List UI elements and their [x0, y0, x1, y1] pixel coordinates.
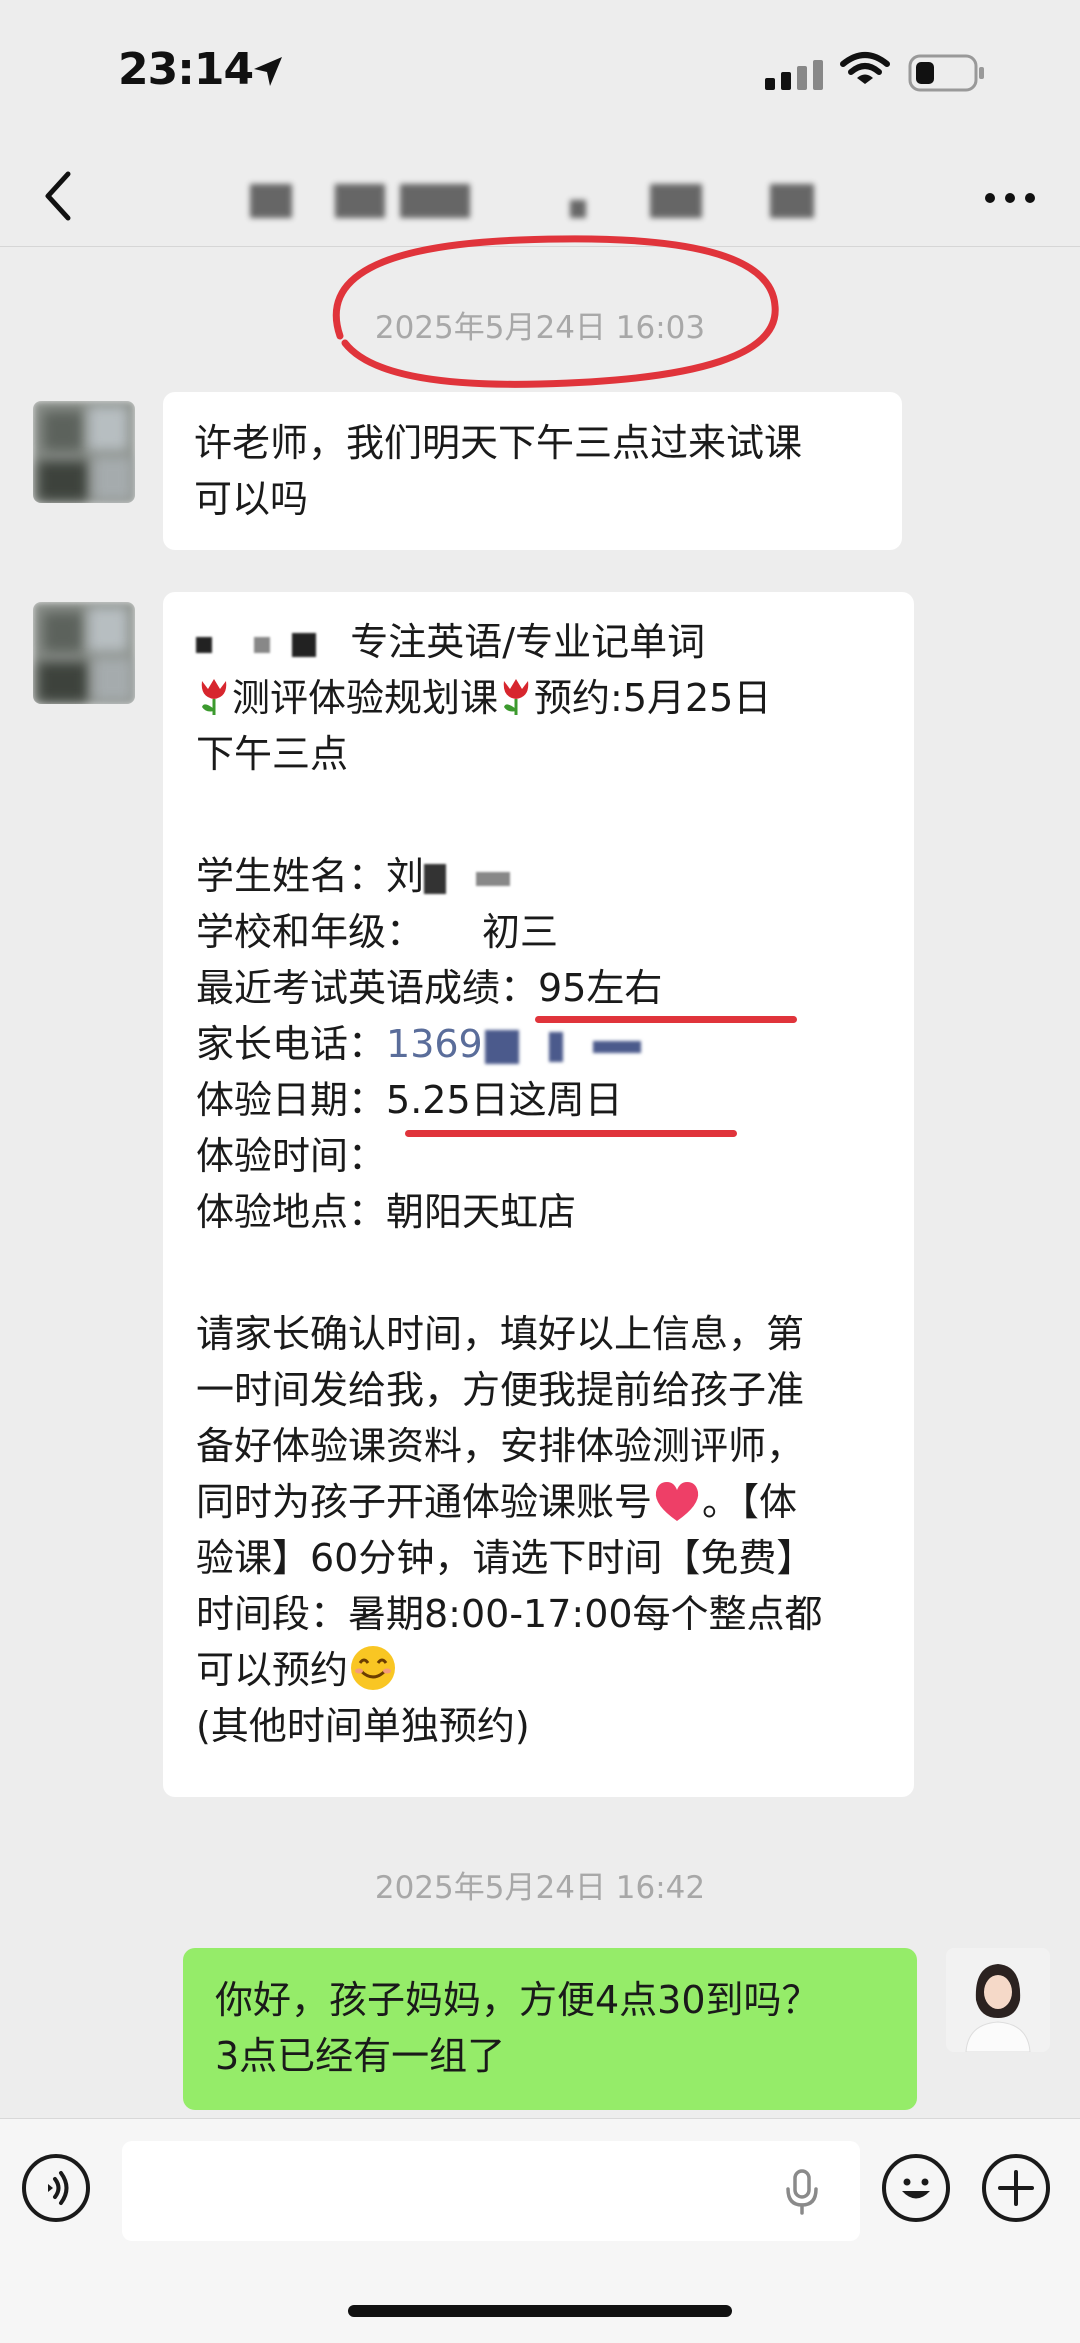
- plus-icon[interactable]: [982, 2154, 1050, 2222]
- emoji-icon[interactable]: [882, 2154, 950, 2222]
- home-indicator[interactable]: [348, 2305, 732, 2317]
- more-icon[interactable]: [980, 178, 1040, 218]
- message-line: 同时为孩子开通体验课账号 。【体: [196, 1480, 798, 1524]
- message-line: 一时间发给我，方便我提前给孩子准: [196, 1368, 805, 1412]
- location-arrow-icon: [254, 57, 282, 86]
- smile-icon: [351, 1646, 396, 1690]
- back-chevron-icon[interactable]: [38, 166, 78, 226]
- heart-icon: [655, 1482, 699, 1521]
- status-time: 23:14: [118, 44, 254, 95]
- timestamp: 2025年5月24日 16:42: [374, 1870, 706, 1906]
- voice-icon[interactable]: [22, 2154, 90, 2222]
- form-line-name: 学生姓名：刘: [196, 848, 511, 904]
- red-circle-annotation: [332, 235, 779, 388]
- form-line-score: 最近考试英语成绩：95左右: [196, 966, 663, 1010]
- wifi-icon: [840, 52, 890, 84]
- message-bubble[interactable]: 专注英语/专业记单词 测评体验规划课 预约:5月25日 下午三点 学生姓名：刘 …: [163, 592, 914, 1797]
- status-bar: 23:14: [0, 0, 1080, 150]
- red-underline-annotation: [405, 1130, 737, 1137]
- tulip-icon: [201, 679, 227, 715]
- message-text: 你好，孩子妈妈，方便4点30到吗？ 3点已经有一组了: [215, 1978, 820, 2078]
- message-input[interactable]: [122, 2141, 860, 2241]
- avatar[interactable]: [33, 602, 135, 704]
- form-line-time: 体验时间：: [196, 1134, 387, 1178]
- battery-icon: [908, 54, 984, 92]
- message-line: 时间段：暑期8:00-17:00每个整点都: [196, 1592, 823, 1636]
- avatar-self[interactable]: [946, 1948, 1050, 2052]
- message-line: 可以预约: [196, 1642, 398, 1698]
- message-bubble-self[interactable]: 你好，孩子妈妈，方便4点30到吗？ 3点已经有一组了: [183, 1948, 917, 2110]
- message-line: 专注英语/专业记单词: [196, 614, 705, 670]
- message-line: 备好体验课资料，安排体验测评师，: [196, 1424, 805, 1468]
- microphone-icon[interactable]: [782, 2167, 822, 2217]
- message-line: 验课】60分钟，请选下时间【免费】: [196, 1536, 815, 1580]
- signal-icon: [765, 60, 823, 90]
- form-line-phone: 家长电话：1369: [196, 1016, 641, 1072]
- form-line-place: 体验地点：朝阳天虹店: [196, 1190, 577, 1234]
- message-line: (其他时间单独预约): [196, 1704, 530, 1748]
- message-bubble[interactable]: 许老师，我们明天下午三点过来试课 可以吗: [163, 392, 902, 550]
- message-line: 测评体验规划课 预约:5月25日: [196, 670, 771, 726]
- tulip-icon: [503, 679, 529, 715]
- message-line: 请家长确认时间，填好以上信息，第: [196, 1312, 805, 1356]
- message-text: 许老师，我们明天下午三点过来试课 可以吗: [194, 421, 803, 521]
- form-line-school: 学校和年级： 初三: [196, 910, 559, 954]
- avatar[interactable]: [33, 401, 135, 503]
- message-line: 下午三点: [196, 732, 349, 776]
- form-line-date: 体验日期：5.25日这周日: [196, 1078, 623, 1122]
